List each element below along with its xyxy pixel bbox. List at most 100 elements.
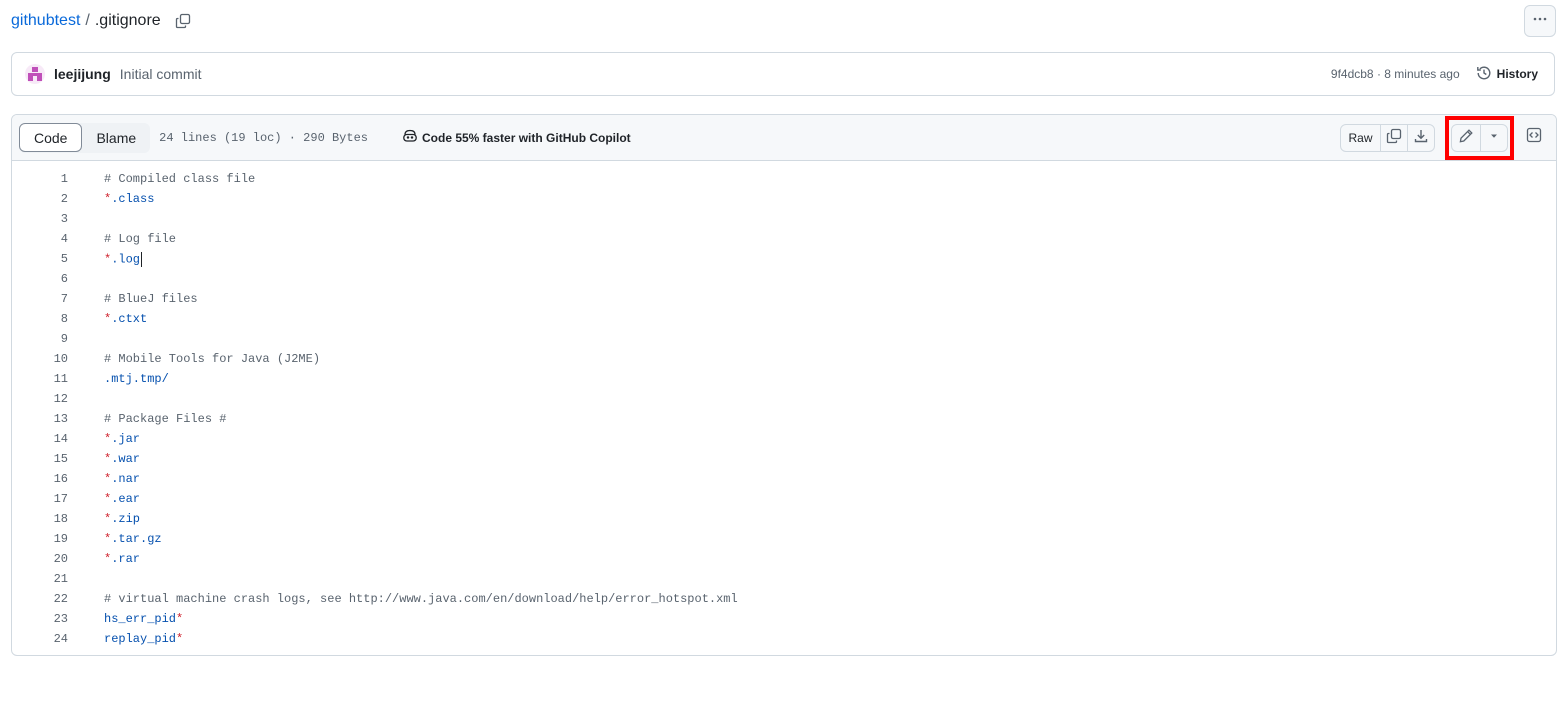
line-text: .mtj.tmp/: [104, 372, 169, 386]
line-number[interactable]: 20: [12, 552, 68, 566]
edit-dropdown-button[interactable]: [1481, 125, 1507, 151]
code-line: 17 *.ear: [12, 489, 1556, 509]
line-content: # Log file: [104, 232, 176, 246]
edit-file-button[interactable]: [1452, 124, 1481, 151]
tab-code[interactable]: Code: [19, 123, 83, 152]
line-number[interactable]: 5: [12, 252, 68, 266]
line-number[interactable]: 10: [12, 352, 68, 366]
line-text: .class: [111, 192, 155, 206]
line-number[interactable]: 16: [12, 472, 68, 486]
line-content: *.log: [104, 251, 143, 267]
history-button[interactable]: History: [1476, 65, 1538, 84]
text-cursor: [141, 251, 143, 267]
line-text: .rar: [111, 552, 141, 566]
line-text: .ear: [111, 492, 141, 506]
line-content: *.jar: [104, 432, 140, 446]
line-number[interactable]: 23: [12, 612, 68, 626]
line-content: *.class: [104, 192, 154, 206]
code-line: 18 *.zip: [12, 509, 1556, 529]
code-line: 3: [12, 209, 1556, 229]
code-line: 14 *.jar: [12, 429, 1556, 449]
line-number[interactable]: 17: [12, 492, 68, 506]
line-number[interactable]: 2: [12, 192, 68, 206]
code-line: 21: [12, 569, 1556, 589]
more-options-button[interactable]: [1524, 5, 1556, 37]
code-square-icon: [1526, 127, 1542, 148]
download-icon: [1413, 128, 1429, 147]
symbols-panel-button[interactable]: [1520, 124, 1548, 152]
code-line: 22 # virtual machine crash logs, see http…: [12, 589, 1556, 609]
file-header: Code Blame 24 lines (19 loc) · 290 Bytes…: [12, 115, 1556, 161]
file-viewer: Code Blame 24 lines (19 loc) · 290 Bytes…: [11, 114, 1557, 656]
commit-author[interactable]: leejijung: [54, 66, 111, 82]
line-content: # Compiled class file: [104, 172, 255, 186]
download-button[interactable]: [1408, 125, 1434, 151]
line-text: # Log file: [104, 232, 177, 246]
file-breadcrumb-bar: githubtest / .gitignore: [11, 5, 1557, 37]
latest-commit-bar: leejijung Initial commit 9f4dcb8 · 8 min…: [11, 52, 1555, 96]
line-content: *.nar: [104, 472, 140, 486]
line-number[interactable]: 1: [12, 172, 68, 186]
line-number[interactable]: 14: [12, 432, 68, 446]
line-number[interactable]: 13: [12, 412, 68, 426]
code-line: 2 *.class: [12, 189, 1556, 209]
line-number[interactable]: 3: [12, 212, 68, 226]
line-number[interactable]: 12: [12, 392, 68, 406]
line-content: *.ctxt: [104, 312, 147, 326]
glob-star: *: [176, 612, 184, 626]
line-text: .war: [111, 452, 141, 466]
line-content: *.ear: [104, 492, 140, 506]
copilot-promo-link[interactable]: Code 55% faster with GitHub Copilot: [402, 128, 631, 147]
line-content: *.zip: [104, 512, 140, 526]
line-content: # Package Files #: [104, 412, 226, 426]
line-content: replay_pid*: [104, 632, 183, 646]
line-number[interactable]: 8: [12, 312, 68, 326]
line-text: replay_pid: [104, 632, 177, 646]
commit-message[interactable]: Initial commit: [120, 66, 202, 82]
glob-star: *: [176, 632, 184, 646]
file-actions: Raw: [1340, 115, 1556, 160]
triangle-down-icon: [1488, 130, 1500, 145]
code-line: 5 *.log: [12, 249, 1556, 269]
line-number[interactable]: 6: [12, 272, 68, 286]
code-line: 4 # Log file: [12, 229, 1556, 249]
line-text: .log: [111, 252, 141, 267]
line-number[interactable]: 9: [12, 332, 68, 346]
line-number[interactable]: 7: [12, 292, 68, 306]
code-line: 1 # Compiled class file: [12, 169, 1556, 189]
code-line: 6: [12, 269, 1556, 289]
copilot-icon: [402, 128, 422, 147]
code-line: 9: [12, 329, 1556, 349]
code-line: 7 # BlueJ files: [12, 289, 1556, 309]
line-number[interactable]: 21: [12, 572, 68, 586]
copy-icon[interactable]: [174, 12, 192, 30]
code-line: 23 hs_err_pid*: [12, 609, 1556, 629]
line-text: # virtual machine crash logs, see http:/…: [104, 592, 738, 606]
code-line: 11 .mtj.tmp/: [12, 369, 1556, 389]
tab-blame[interactable]: Blame: [82, 124, 150, 152]
raw-button[interactable]: Raw: [1341, 124, 1381, 151]
view-toggle: Code Blame: [19, 122, 151, 153]
line-number[interactable]: 22: [12, 592, 68, 606]
breadcrumb-repo-link[interactable]: githubtest: [11, 12, 80, 30]
line-number[interactable]: 11: [12, 372, 68, 386]
line-content: .mtj.tmp/: [104, 372, 169, 386]
line-number[interactable]: 15: [12, 452, 68, 466]
line-number[interactable]: 19: [12, 532, 68, 546]
history-icon: [1476, 65, 1497, 84]
copy-raw-button[interactable]: [1381, 124, 1408, 151]
avatar[interactable]: [25, 64, 45, 84]
line-number[interactable]: 4: [12, 232, 68, 246]
history-label: History: [1496, 67, 1538, 81]
kebab-icon: [1532, 11, 1548, 32]
line-content: *.rar: [104, 552, 140, 566]
line-content: hs_err_pid*: [104, 612, 183, 626]
line-number[interactable]: 24: [12, 632, 68, 646]
code-line: 13 # Package Files #: [12, 409, 1556, 429]
line-content: # virtual machine crash logs, see http:/…: [104, 592, 738, 606]
line-text: .jar: [111, 432, 141, 446]
line-content: # Mobile Tools for Java (J2ME): [104, 352, 320, 366]
line-text: .zip: [111, 512, 141, 526]
commit-sha-time[interactable]: 9f4dcb8 · 8 minutes ago: [1331, 67, 1460, 81]
line-number[interactable]: 18: [12, 512, 68, 526]
